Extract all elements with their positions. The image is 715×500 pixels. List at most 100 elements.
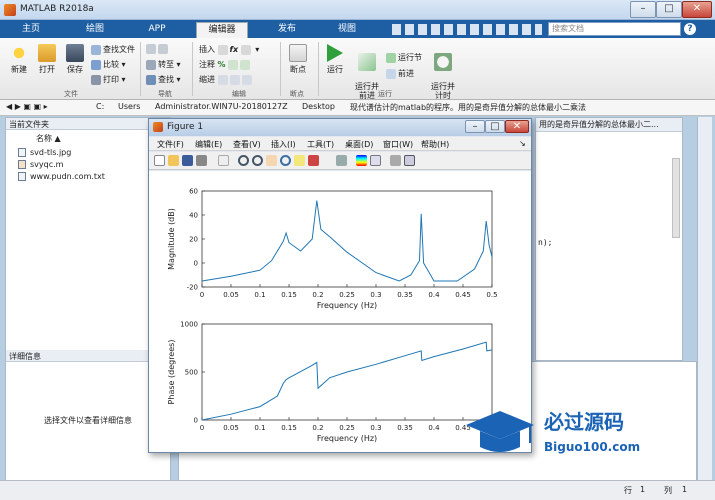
maximize-button[interactable]: □ — [656, 1, 682, 18]
open-file-icon[interactable] — [168, 155, 179, 166]
pointer-icon[interactable] — [218, 155, 229, 166]
menu-view[interactable]: 查看(V) — [233, 139, 261, 150]
nav-buttons[interactable]: ◀ ▶ ▣ ▣ ▸ — [6, 102, 48, 111]
data-cursor-icon[interactable] — [294, 155, 305, 166]
menu-help[interactable]: 帮助(H) — [421, 139, 449, 150]
colorbar-icon[interactable] — [356, 155, 367, 166]
name-column-header[interactable]: 名称 ▲ — [36, 133, 61, 144]
save-button[interactable]: 保存 — [62, 44, 88, 75]
figure-minimize-button[interactable]: – — [465, 120, 485, 133]
menu-edit[interactable]: 编辑(E) — [195, 139, 222, 150]
advance-icon — [386, 68, 396, 79]
y-tick-label: 60 — [189, 188, 198, 196]
path-segment-users[interactable]: Users — [118, 102, 140, 111]
menu-tools[interactable]: 工具(T) — [307, 139, 334, 150]
editor-ribbon: 新建 打开 保存 查找文件 比较 ▾ 打印 ▾ 文件 转至 ▾ 查找 ▾ 导航 … — [0, 38, 715, 100]
goto-label: 转至 — [158, 60, 174, 69]
figure-close-button[interactable]: ✕ — [505, 120, 529, 133]
insert-label: 插入 — [199, 45, 215, 54]
print-button[interactable]: 打印 ▾ — [91, 74, 126, 85]
find-files-button[interactable]: 查找文件 — [91, 44, 135, 55]
new-figure-icon[interactable] — [154, 155, 165, 166]
list-item[interactable]: svyqc.m — [18, 160, 63, 169]
run-button[interactable]: 运行 — [322, 44, 348, 75]
run-section-button[interactable]: 运行节 — [386, 52, 422, 63]
insert-icon — [217, 44, 228, 55]
path-segment-admin[interactable]: Administrator.WIN7U-20180127Z — [155, 102, 288, 111]
open-button[interactable]: 打开 — [34, 44, 60, 75]
run-section-label: 运行节 — [398, 53, 422, 62]
new-icon — [10, 44, 28, 62]
fx-icon[interactable]: fx — [230, 45, 239, 54]
save-label: 保存 — [67, 65, 83, 74]
list-item[interactable]: svd-tls.jpg — [18, 148, 71, 157]
menu-window[interactable]: 窗口(W) — [383, 139, 413, 150]
menu-insert[interactable]: 插入(I) — [271, 139, 296, 150]
back-forward-buttons[interactable] — [146, 44, 170, 54]
find-button[interactable]: 查找 ▾ — [146, 74, 181, 85]
breakpoints-icon — [289, 44, 307, 62]
print-figure-icon[interactable] — [196, 155, 207, 166]
path-segment-folder[interactable]: 现代谱估计的matlab的程序。用的是奇异值分解的总体最小二乘法 — [350, 102, 586, 113]
help-icon[interactable]: ? — [684, 23, 696, 35]
figure-icon — [153, 122, 163, 132]
indent-button[interactable]: 缩进 — [199, 74, 254, 85]
zoom-out-icon[interactable] — [252, 155, 263, 166]
rotate-3d-icon[interactable] — [280, 155, 291, 166]
close-button[interactable]: ✕ — [682, 1, 712, 18]
m-file-icon — [18, 160, 26, 169]
save-icon — [66, 44, 84, 62]
x-tick-label: 0.05 — [223, 291, 239, 299]
hide-tools-icon[interactable] — [390, 155, 401, 166]
pan-hand-icon[interactable] — [266, 155, 277, 166]
breakpoints-button[interactable]: 断点 — [284, 44, 312, 75]
menu-dock-icon[interactable]: ↘ — [519, 139, 526, 148]
x-tick-label: 0.3 — [370, 424, 381, 432]
search-documentation-input[interactable]: 搜索文档 — [548, 22, 681, 36]
list-item[interactable]: www.pudn.com.txt — [18, 172, 105, 181]
compare-button[interactable]: 比较 ▾ — [91, 59, 126, 70]
menu-file[interactable]: 文件(F) — [157, 139, 184, 150]
quick-access-toolbar[interactable] — [392, 24, 542, 35]
find-icon — [146, 74, 156, 85]
figure-maximize-button[interactable]: □ — [485, 120, 505, 133]
x-tick-label: 0 — [200, 424, 204, 432]
legend-icon[interactable] — [370, 155, 381, 166]
goto-button[interactable]: 转至 ▾ — [146, 59, 181, 70]
y-tick-label: 500 — [185, 369, 198, 377]
x-tick-label: 0.4 — [428, 424, 440, 432]
minimize-button[interactable]: – — [630, 1, 656, 18]
tab-apps[interactable]: APP — [138, 22, 176, 38]
tab-home[interactable]: 主页 — [12, 22, 50, 38]
new-button[interactable]: 新建 — [6, 44, 32, 75]
details-hint: 选择文件以查看详细信息 — [44, 416, 132, 425]
y-axis-label: Magnitude (dB) — [167, 208, 176, 270]
save-figure-icon[interactable] — [182, 155, 193, 166]
x-tick-label: 0.5 — [486, 291, 497, 299]
menu-desktop[interactable]: 桌面(D) — [345, 139, 373, 150]
editor-tab[interactable]: 用的是奇异值分解的总体最小二... — [536, 118, 682, 132]
graduation-cap-logo: 必过源码 Biguo100.com — [466, 410, 640, 454]
editor-scrollbar[interactable] — [672, 158, 680, 238]
print-label: 打印 — [103, 75, 119, 84]
path-segment-desktop[interactable]: Desktop — [302, 102, 335, 111]
path-segment-drive[interactable]: C: — [96, 102, 104, 111]
row-label: 行 — [624, 486, 632, 495]
advance-button[interactable]: 前进 — [386, 68, 414, 79]
x-tick-label: 0.2 — [312, 291, 323, 299]
x-tick-label: 0.2 — [312, 424, 323, 432]
link-plot-icon[interactable] — [336, 155, 347, 166]
tab-editor[interactable]: 编辑器 — [196, 22, 248, 38]
zoom-in-icon[interactable] — [238, 155, 249, 166]
file-name: svd-tls.jpg — [30, 148, 72, 157]
smart-indent-icon — [217, 74, 228, 85]
insert-button[interactable]: 插入 fx ▾ — [199, 44, 259, 55]
tab-plots[interactable]: 绘图 — [76, 22, 114, 38]
comment-button[interactable]: 注释 % — [199, 59, 252, 70]
show-tools-icon[interactable] — [404, 155, 415, 166]
tab-view[interactable]: 视图 — [328, 22, 366, 38]
brush-icon[interactable] — [308, 155, 319, 166]
y-tick-label: 0 — [194, 417, 198, 425]
tab-publish[interactable]: 发布 — [268, 22, 306, 38]
run-and-time-button[interactable]: 运行并 计时 — [428, 44, 458, 100]
